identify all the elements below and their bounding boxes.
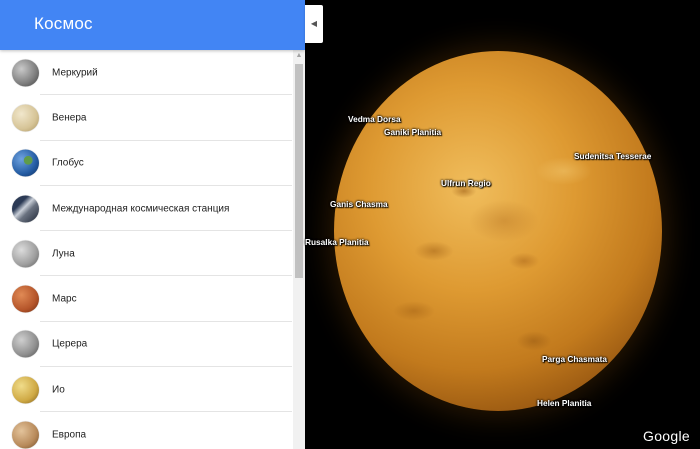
planet-list: Меркурий Венера Глобус Международная кос… (0, 50, 292, 449)
list-item-label: Глобус (52, 157, 84, 169)
map-label-parga-chasmata[interactable]: Parga Chasmata (542, 354, 607, 364)
list-item-label: Венера (52, 112, 87, 124)
map-label-ganiki-planitia[interactable]: Ganiki Planitia (384, 127, 441, 137)
map-label-ulfrun-regio[interactable]: Ulfrun Regio (441, 178, 491, 188)
list-item-earth[interactable]: Глобус (0, 141, 292, 186)
map-label-helen-planitia[interactable]: Helen Planitia (537, 398, 591, 408)
venus-globe[interactable] (334, 51, 662, 411)
list-item-europa[interactable]: Европа (0, 412, 292, 449)
mars-thumbnail (12, 285, 39, 313)
list-item-iss[interactable]: Международная космическая станция (0, 186, 292, 232)
list-item-label: Церера (52, 338, 88, 350)
triangle-left-icon: ◀ (310, 19, 318, 28)
iss-thumbnail (12, 195, 39, 223)
sidebar-title: Космос (34, 14, 93, 33)
scroll-thumb[interactable] (295, 64, 303, 278)
venus-thumbnail (12, 104, 39, 132)
europa-thumbnail (12, 421, 39, 449)
collapse-sidebar-button[interactable]: ◀ (305, 5, 323, 43)
map-label-sudenitsa-tesserae[interactable]: Sudenitsa Tesserae (574, 151, 651, 161)
list-item-label: Луна (52, 248, 75, 260)
map-label-ganis-chasma[interactable]: Ganis Chasma (330, 199, 388, 209)
google-logo: Google (643, 428, 690, 444)
list-item-label: Международная космическая станция (52, 203, 230, 215)
map-label-rusalka-planitia[interactable]: Rusalka Planitia (305, 237, 369, 247)
io-thumbnail (12, 376, 39, 404)
scrollbar[interactable]: ▲ (293, 50, 305, 449)
list-item-label: Марс (52, 293, 77, 305)
sidebar: Космос Меркурий Венера Глобус Международ… (0, 0, 305, 449)
ceres-thumbnail (12, 330, 39, 358)
map-label-vedma-dorsa[interactable]: Vedma Dorsa (348, 114, 401, 124)
list-item-mars[interactable]: Марс (0, 276, 292, 322)
moon-thumbnail (12, 240, 39, 268)
sidebar-header: Космос (0, 0, 305, 50)
list-item-moon[interactable]: Луна (0, 231, 292, 277)
earth-thumbnail (12, 149, 39, 177)
scroll-up-icon[interactable]: ▲ (293, 50, 305, 62)
list-item-venus[interactable]: Венера (0, 95, 292, 141)
list-item-mercury[interactable]: Меркурий (0, 50, 292, 96)
list-item-ceres[interactable]: Церера (0, 322, 292, 368)
list-item-label: Европа (52, 429, 87, 441)
list-item-label: Меркурий (52, 67, 98, 79)
list-item-label: Ио (52, 384, 65, 396)
list-item-io[interactable]: Ио (0, 367, 292, 413)
mercury-thumbnail (12, 59, 39, 87)
